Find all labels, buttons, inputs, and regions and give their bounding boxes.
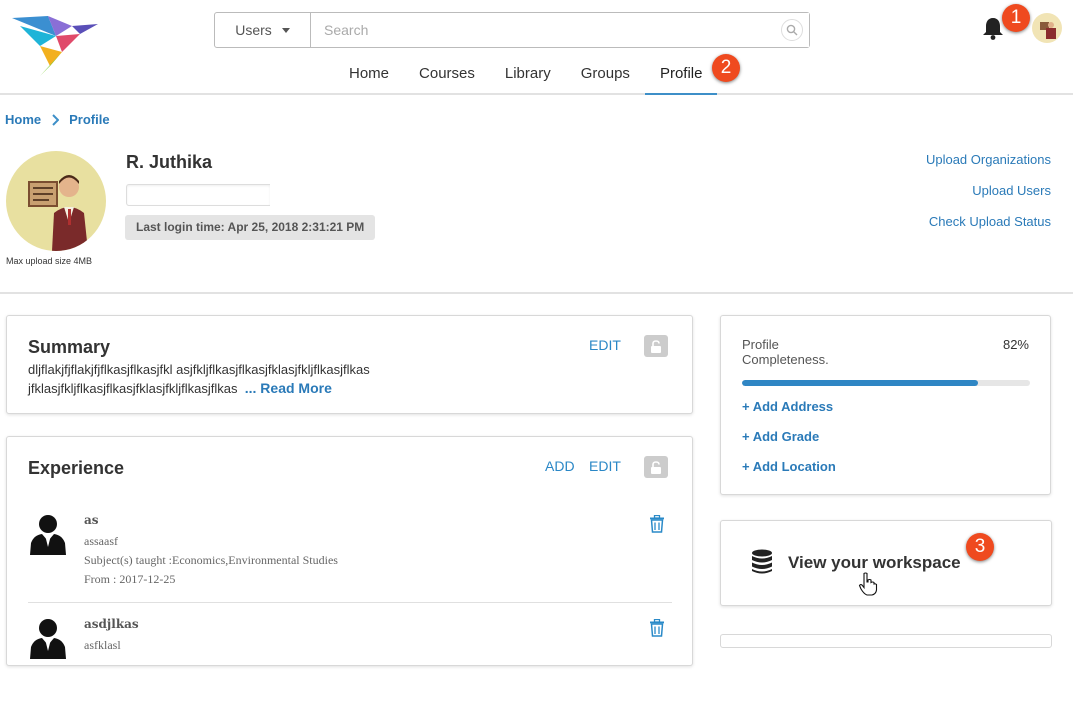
tab-courses[interactable]: Courses	[404, 56, 490, 95]
search-scope-dropdown[interactable]: Users	[215, 13, 311, 47]
step-marker-2: 2	[712, 54, 740, 82]
experience-role: as	[84, 513, 99, 527]
breadcrumb-current: Profile	[69, 112, 110, 127]
search-bar: Users	[214, 12, 810, 48]
experience-item: as assaasf Subject(s) taught :Economics,…	[28, 513, 672, 616]
experience-subjects: Subject(s) taught :Economics,Environment…	[84, 553, 338, 567]
last-login-badge: Last login time: Apr 25, 2018 2:31:21 PM	[125, 215, 376, 240]
breadcrumb: Home Profile	[5, 112, 110, 127]
summary-text: dljflakjfjflakjfjflkasjflkasjfkl asjfklj…	[28, 361, 428, 398]
upload-links: Upload Organizations Upload Users Check …	[926, 152, 1051, 245]
person-icon	[30, 619, 66, 659]
main-nav: Home Courses Library Groups Profile	[334, 56, 718, 95]
experience-separator	[28, 602, 672, 603]
completeness-percent: 82%	[1002, 337, 1029, 352]
profile-image	[28, 175, 88, 251]
experience-privacy-toggle[interactable]	[644, 456, 668, 478]
chevron-right-icon	[52, 113, 60, 126]
summary-title: Summary	[28, 337, 111, 357]
experience-role: asdjlkas	[84, 617, 139, 631]
next-card-edge	[720, 634, 1052, 648]
read-more-link[interactable]: ... Read More	[245, 380, 332, 396]
bell-icon[interactable]	[982, 16, 1004, 40]
completeness-progress-bar	[742, 380, 1030, 386]
experience-from: From : 2017-12-25	[84, 572, 176, 586]
check-upload-status-link[interactable]: Check Upload Status	[926, 214, 1051, 229]
tab-home[interactable]: Home	[334, 56, 404, 95]
tab-groups[interactable]: Groups	[566, 56, 645, 95]
search-input[interactable]	[311, 13, 809, 47]
search-button[interactable]	[781, 19, 803, 41]
summary-privacy-toggle[interactable]	[644, 335, 668, 357]
upload-organizations-link[interactable]: Upload Organizations	[926, 152, 1051, 167]
experience-add-button[interactable]: ADD	[545, 458, 575, 474]
tab-profile[interactable]: Profile	[644, 56, 718, 95]
view-workspace-card[interactable]: View your workspace	[720, 520, 1052, 606]
upload-size-note: Max upload size 4MB	[6, 256, 93, 266]
completeness-label-line2: Completeness.	[742, 352, 829, 367]
unlock-icon	[651, 339, 661, 353]
breadcrumb-home[interactable]: Home	[5, 112, 41, 127]
completeness-label: Profile Completeness.	[742, 337, 829, 367]
step-marker-1: 1	[1002, 4, 1030, 32]
user-avatar[interactable]	[1032, 13, 1062, 43]
profile-subtitle-field[interactable]	[126, 184, 270, 206]
search-scope-label: Users	[235, 22, 272, 38]
profile-completeness-card: Profile Completeness. 82% + Add Address …	[720, 315, 1051, 495]
bird-logo-icon[interactable]	[10, 12, 100, 78]
unlock-icon	[651, 460, 661, 474]
add-address-link[interactable]: + Add Address	[742, 399, 833, 414]
trash-icon[interactable]	[649, 619, 665, 637]
experience-org: asfklasl	[84, 638, 121, 652]
person-icon	[30, 515, 66, 555]
section-divider	[0, 292, 1073, 294]
summary-card: Summary EDIT dljflakjfjflakjfjflkasjflka…	[6, 315, 693, 414]
tab-library[interactable]: Library	[490, 56, 566, 95]
hand-cursor-icon	[858, 572, 878, 596]
trash-icon[interactable]	[649, 515, 665, 533]
experience-edit-button[interactable]: EDIT	[589, 458, 621, 474]
chevron-down-icon	[281, 27, 290, 33]
add-grade-link[interactable]: + Add Grade	[742, 429, 819, 444]
experience-org: assaasf	[84, 534, 118, 548]
profile-name: R. Juthika	[126, 152, 213, 172]
completeness-progress-fill	[742, 380, 979, 386]
completeness-label-line1: Profile	[742, 337, 779, 352]
upload-users-link[interactable]: Upload Users	[926, 183, 1051, 198]
top-header: Users Home Courses Library Groups Profil…	[0, 0, 1073, 95]
database-icon	[752, 549, 772, 574]
profile-photo[interactable]	[6, 151, 106, 251]
avatar-image	[1040, 22, 1056, 39]
search-icon	[786, 24, 798, 36]
summary-edit-button[interactable]: EDIT	[589, 337, 621, 353]
experience-card: Experience ADD EDIT as assaasf Subject(s…	[6, 436, 693, 666]
step-marker-3: 3	[966, 533, 994, 561]
add-location-link[interactable]: + Add Location	[742, 459, 836, 474]
experience-title: Experience	[28, 458, 125, 478]
view-workspace-label: View your workspace	[788, 553, 961, 572]
experience-item: asdjlkas asfklasl	[28, 617, 672, 720]
